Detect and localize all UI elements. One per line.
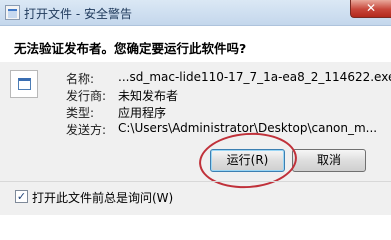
footer-divider <box>0 181 391 182</box>
name-value: ...sd_mac-lide110-17_7_1a-ea8_2_114622.e… <box>118 70 391 84</box>
always-ask-checkbox[interactable]: ✓ <box>15 190 28 203</box>
file-icon <box>10 70 38 98</box>
question-panel: 无法验证发布者。您确定要运行此软件吗? <box>0 26 391 62</box>
application-window-icon <box>18 78 31 90</box>
close-button[interactable]: ✕ <box>350 0 391 18</box>
security-warning-dialog: 打开文件 - 安全警告 ✕ 无法验证发布者。您确定要运行此软件吗? 名称: ..… <box>0 0 391 215</box>
title-bar: 打开文件 - 安全警告 ✕ <box>0 0 391 26</box>
from-value: C:\Users\Administrator\Desktop\canon_m..… <box>118 121 378 135</box>
window-title: 打开文件 - 安全警告 <box>24 7 132 21</box>
window-app-icon <box>5 5 20 20</box>
type-label: 类型: <box>66 106 95 120</box>
warning-question: 无法验证发布者。您确定要运行此软件吗? <box>14 41 247 56</box>
from-label: 发送方: <box>66 123 107 137</box>
publisher-value: 未知发布者 <box>118 89 179 103</box>
publisher-label: 发行商: <box>66 89 107 103</box>
type-value: 应用程序 <box>118 106 167 120</box>
always-ask-label[interactable]: 打开此文件前总是询问(W) <box>32 189 173 206</box>
cancel-button[interactable]: 取消 <box>292 149 366 172</box>
name-label: 名称: <box>66 72 95 86</box>
run-button[interactable]: 运行(R) <box>210 149 285 172</box>
